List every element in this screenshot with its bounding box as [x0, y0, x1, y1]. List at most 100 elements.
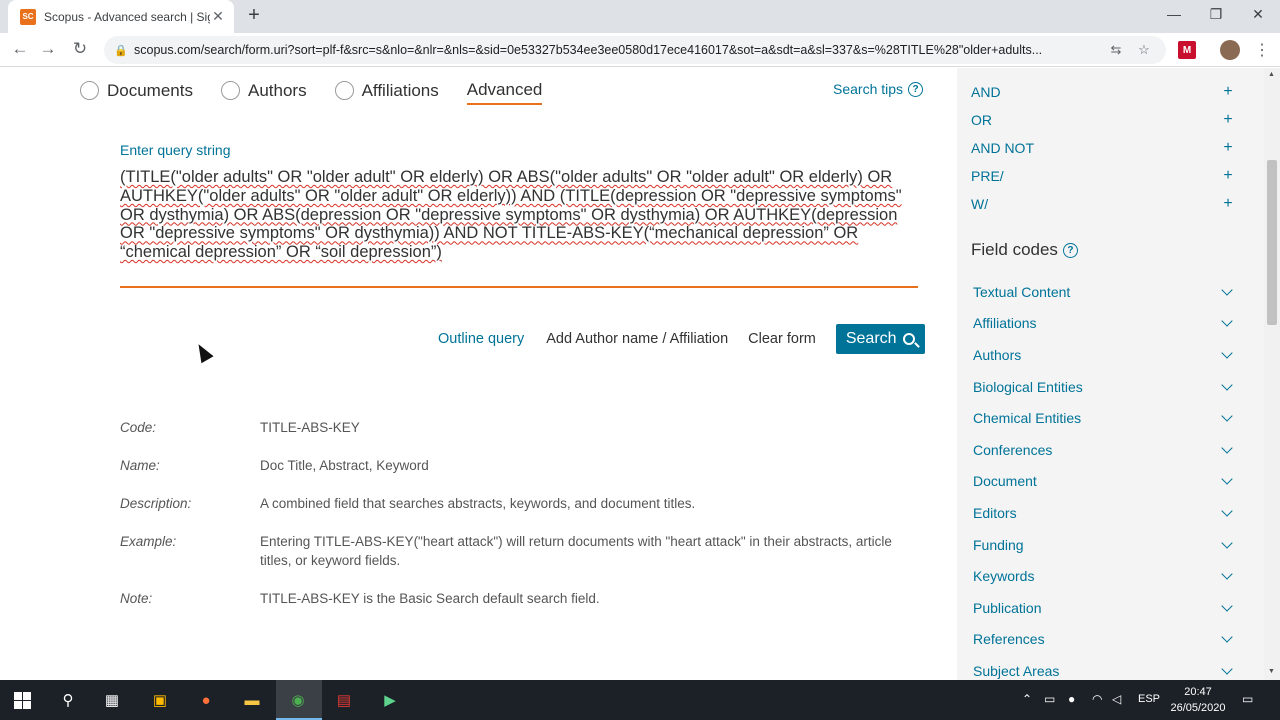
chevron-down-icon[interactable]: [1221, 536, 1233, 549]
plus-icon[interactable]: +: [1221, 195, 1235, 213]
app-icon[interactable]: ▶: [380, 690, 400, 710]
browser-menu-icon[interactable]: ⋮: [1254, 40, 1270, 60]
field-code-label: Biological Entities: [973, 378, 1083, 395]
chevron-down-icon[interactable]: [1221, 315, 1233, 328]
firefox-icon[interactable]: ●: [196, 690, 216, 710]
outline-query-link[interactable]: Outline query: [438, 331, 524, 347]
profile-avatar[interactable]: [1220, 40, 1240, 60]
info-key: Note:: [120, 591, 153, 606]
back-arrow-icon[interactable]: ←: [10, 39, 30, 59]
microphone-icon[interactable]: ●: [1068, 692, 1075, 706]
chevron-up-icon[interactable]: ⌃: [1022, 692, 1032, 706]
volume-icon[interactable]: ◁: [1112, 692, 1121, 706]
operator-w[interactable]: W/ +: [971, 190, 1235, 218]
chevron-down-icon[interactable]: [1221, 663, 1233, 675]
radio-icon[interactable]: [80, 81, 99, 100]
field-code-label: Textual Content: [973, 283, 1071, 300]
sidebar: AND + OR + AND NOT + PRE/ + W/ + Field c…: [957, 68, 1264, 680]
tab-affiliations[interactable]: Affiliations: [334, 80, 439, 101]
scroll-down-icon[interactable]: ▼: [1268, 668, 1275, 675]
operator-and-not[interactable]: AND NOT +: [971, 134, 1235, 162]
store-icon[interactable]: ▣: [150, 690, 170, 710]
address-bar[interactable]: 🔒 scopus.com/search/form.uri?sort=plf-f&…: [104, 36, 1166, 64]
search-button-label: Search: [845, 330, 897, 347]
pdf-reader-icon[interactable]: ▤: [334, 690, 354, 710]
reload-icon[interactable]: ↻: [70, 39, 90, 59]
search-tips-link[interactable]: Search tips ?: [833, 81, 924, 97]
windows-start-icon[interactable]: [12, 690, 32, 710]
system-clock[interactable]: 20:47 26/05/2020: [1166, 684, 1230, 716]
window-close-icon[interactable]: ✕: [1248, 6, 1268, 23]
add-author-affiliation-link[interactable]: Add Author name / Affiliation: [546, 331, 728, 347]
plus-icon[interactable]: +: [1221, 83, 1235, 101]
page-scrollbar[interactable]: ▲ ▼: [1264, 68, 1280, 680]
operator-pre[interactable]: PRE/ +: [971, 162, 1235, 190]
field-code-item[interactable]: Publication: [973, 592, 1235, 624]
field-code-item[interactable]: Chemical Entities: [973, 402, 1235, 434]
field-code-item[interactable]: Keywords: [973, 560, 1235, 592]
browser-tab[interactable]: SC Scopus - Advanced search | Sign ✕: [8, 0, 234, 33]
field-code-item[interactable]: Editors: [973, 497, 1235, 529]
new-tab-plus-icon[interactable]: +: [244, 5, 264, 25]
notifications-icon[interactable]: ▭: [1242, 692, 1253, 706]
url-text[interactable]: scopus.com/search/form.uri?sort=plf-f&sr…: [134, 43, 1098, 57]
search-icon[interactable]: ⚲: [58, 690, 78, 710]
wifi-icon[interactable]: ◠: [1092, 692, 1102, 706]
field-code-item[interactable]: Document: [973, 466, 1235, 498]
operator-and[interactable]: AND +: [971, 78, 1235, 106]
operator-or[interactable]: OR +: [971, 106, 1235, 134]
chevron-down-icon[interactable]: [1221, 631, 1233, 643]
plus-icon[interactable]: +: [1221, 111, 1235, 129]
help-circle-icon: ?: [908, 81, 924, 97]
field-code-item[interactable]: Affiliations: [973, 308, 1235, 340]
chevron-down-icon[interactable]: [1221, 410, 1233, 422]
tab-affiliations-label: Affiliations: [361, 80, 439, 100]
chrome-icon[interactable]: ◉: [288, 690, 308, 710]
browser-toolbar: ← → ↻ 🔒 scopus.com/search/form.uri?sort=…: [0, 33, 1280, 67]
field-code-item[interactable]: Conferences: [973, 434, 1235, 466]
plus-icon[interactable]: +: [1221, 139, 1235, 157]
chevron-down-icon[interactable]: [1221, 284, 1233, 296]
info-value: A combined field that searches abstracts…: [260, 496, 696, 511]
field-code-label: Chemical Entities: [973, 410, 1082, 427]
close-icon[interactable]: ✕: [210, 8, 226, 25]
field-code-item[interactable]: Subject Areas: [973, 655, 1235, 680]
field-code-label: Editors: [973, 504, 1017, 521]
help-circle-icon[interactable]: ?: [1062, 242, 1078, 258]
chevron-down-icon[interactable]: [1221, 473, 1233, 486]
field-code-item[interactable]: References: [973, 624, 1235, 656]
field-code-item[interactable]: Funding: [973, 529, 1235, 561]
task-view-icon[interactable]: ▦: [102, 690, 122, 710]
extension-icon[interactable]: M: [1178, 41, 1196, 59]
translate-icon[interactable]: ⇆: [1106, 42, 1126, 58]
radio-icon[interactable]: [220, 81, 240, 100]
info-value: Doc Title, Abstract, Keyword: [260, 458, 429, 473]
clear-form-link[interactable]: Clear form: [748, 331, 816, 347]
plus-icon[interactable]: +: [1221, 167, 1235, 185]
forward-arrow-icon[interactable]: →: [38, 39, 58, 59]
chevron-down-icon[interactable]: [1221, 600, 1233, 612]
file-explorer-icon[interactable]: ▬: [242, 690, 262, 710]
bookmark-star-icon[interactable]: ☆: [1134, 42, 1154, 58]
scrollbar-thumb[interactable]: [1267, 160, 1277, 325]
radio-icon[interactable]: [334, 81, 354, 100]
tab-authors[interactable]: Authors: [220, 81, 307, 101]
field-code-item[interactable]: Textual Content: [973, 276, 1235, 308]
chevron-down-icon[interactable]: [1221, 505, 1233, 517]
chevron-down-icon[interactable]: [1221, 568, 1233, 580]
windows-taskbar: ⚲ ▦ ▣ ● ▬ ◉ ▤ ▶ ⌃ ▭ ● ◠ ◁ ESP 20:47 26/0…: [0, 680, 1280, 720]
maximize-icon[interactable]: ❐: [1206, 6, 1226, 23]
minimize-icon[interactable]: —: [1164, 6, 1184, 22]
chevron-down-icon[interactable]: [1221, 347, 1233, 359]
scroll-up-icon[interactable]: ▲: [1268, 71, 1275, 78]
battery-icon[interactable]: ▭: [1044, 692, 1055, 706]
field-code-item[interactable]: Authors: [973, 339, 1235, 371]
search-button[interactable]: Search: [835, 324, 925, 354]
tab-advanced[interactable]: Advanced: [466, 80, 543, 105]
field-code-item[interactable]: Biological Entities: [973, 371, 1235, 403]
chevron-down-icon[interactable]: [1221, 442, 1233, 454]
tab-documents[interactable]: Documents: [80, 81, 193, 101]
query-input[interactable]: (TITLE("older adults" OR "older adult" O…: [120, 168, 918, 268]
chevron-down-icon[interactable]: [1221, 378, 1233, 391]
language-indicator[interactable]: ESP: [1138, 693, 1160, 705]
